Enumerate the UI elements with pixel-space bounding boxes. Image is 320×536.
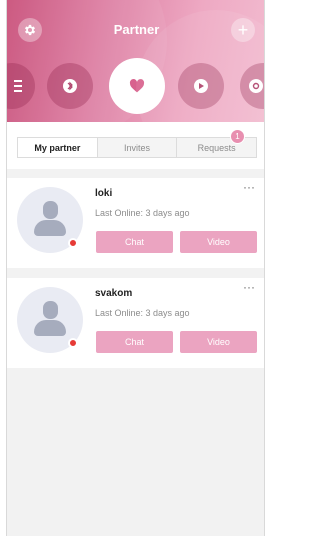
- avatar-body-shape: [34, 320, 66, 336]
- avatar-head-shape: [43, 301, 58, 319]
- tab-bar: My partner Invites Requests 1: [17, 129, 257, 158]
- heart-icon: [129, 79, 145, 93]
- avatar-body-shape: [34, 220, 66, 236]
- tab-label: Requests: [197, 142, 236, 153]
- chat-button[interactable]: Chat: [96, 231, 173, 253]
- mode-play-button[interactable]: [178, 63, 224, 109]
- camera-icon: [249, 79, 263, 93]
- partner-card[interactable]: svakom Last Online: 3 days ago ··· Chat …: [7, 278, 264, 368]
- mode-menu-button[interactable]: [7, 63, 35, 109]
- chat-button[interactable]: Chat: [96, 331, 173, 353]
- video-button[interactable]: Video: [180, 331, 257, 353]
- tab-label: Invites: [124, 142, 151, 153]
- mode-camera-button[interactable]: [240, 63, 264, 109]
- partner-name: loki: [95, 188, 113, 199]
- offline-status-dot: [68, 238, 78, 248]
- more-options-icon[interactable]: ···: [243, 180, 255, 194]
- app-frame: Partner + My partner Invites Requests 1 …: [6, 0, 265, 536]
- tab-my-partner[interactable]: My partner: [18, 138, 98, 157]
- bluetooth-icon: [63, 79, 77, 93]
- mode-heart-button[interactable]: [109, 58, 165, 114]
- mode-bluetooth-button[interactable]: [47, 63, 93, 109]
- tab-invites[interactable]: Invites: [98, 138, 178, 157]
- menu-icon: [14, 80, 22, 92]
- partner-card[interactable]: loki Last Online: 3 days ago ··· Chat Vi…: [7, 178, 264, 268]
- offline-status-dot: [68, 338, 78, 348]
- requests-count-badge: 1: [230, 129, 246, 144]
- video-button[interactable]: Video: [180, 231, 257, 253]
- header: Partner +: [7, 0, 264, 122]
- more-options-icon[interactable]: ···: [243, 280, 255, 294]
- tab-bar-container: My partner Invites Requests 1: [7, 122, 264, 169]
- add-partner-button[interactable]: +: [231, 18, 255, 42]
- partner-name: svakom: [95, 288, 133, 299]
- last-online-text: Last Online: 3 days ago: [95, 308, 190, 318]
- play-icon: [194, 79, 208, 93]
- avatar-head-shape: [43, 201, 58, 219]
- tab-label: My partner: [34, 142, 81, 153]
- last-online-text: Last Online: 3 days ago: [95, 208, 190, 218]
- page-title: Partner: [113, 22, 160, 37]
- plus-icon: +: [237, 20, 249, 40]
- tab-requests[interactable]: Requests 1: [177, 129, 256, 157]
